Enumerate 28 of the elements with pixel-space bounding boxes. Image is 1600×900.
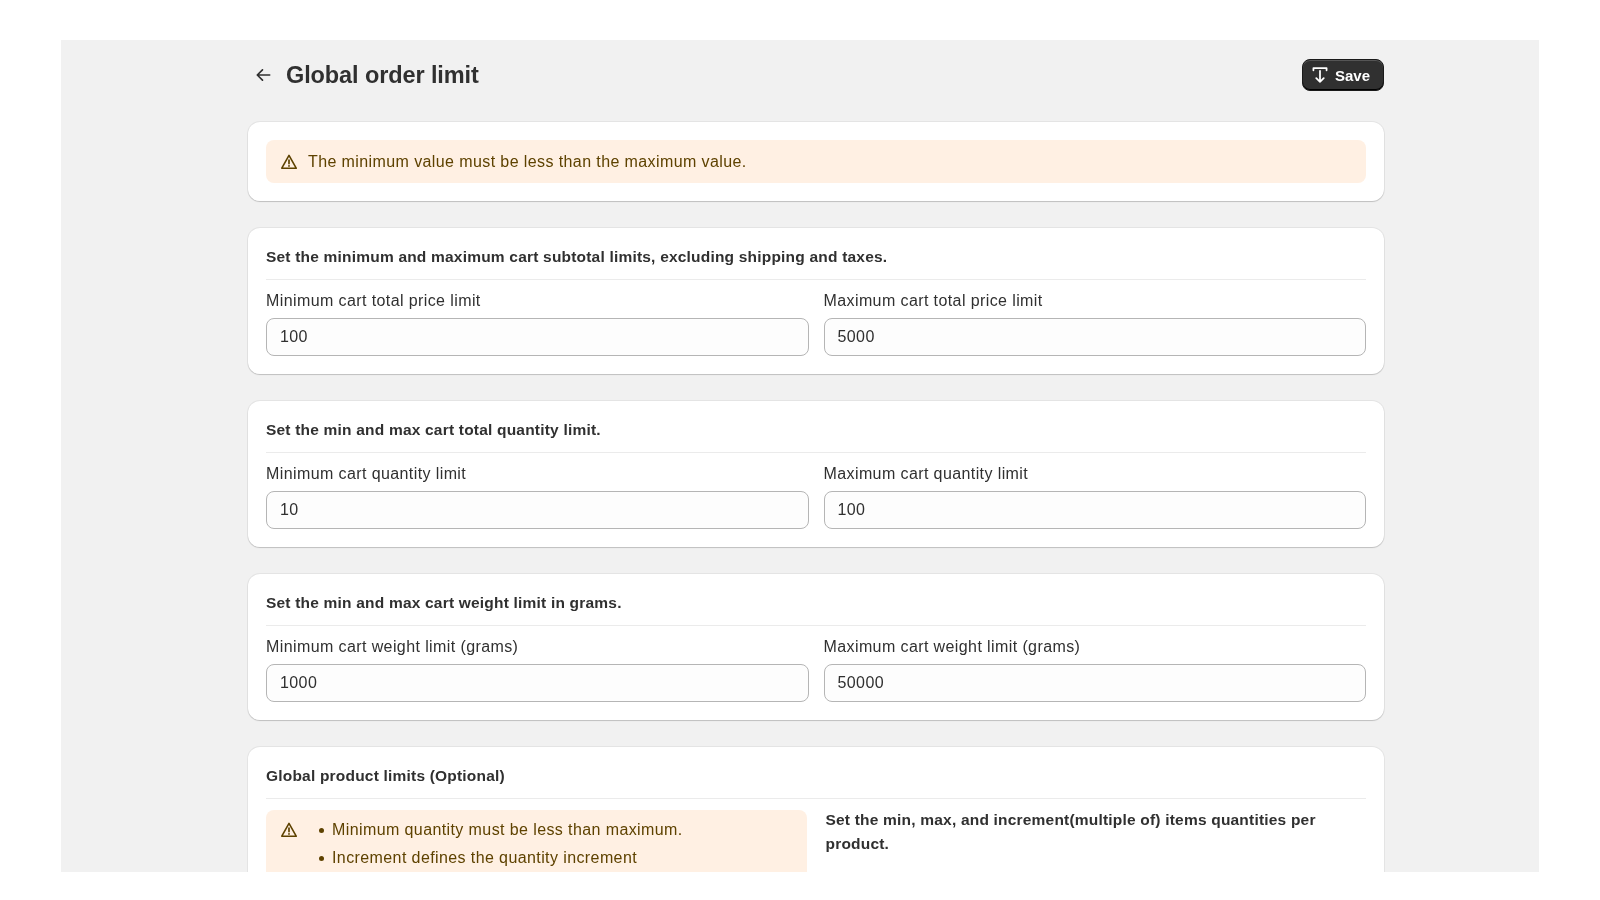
field-label: Minimum cart weight limit (grams) <box>266 637 519 657</box>
input-field[interactable]: 100 <box>823 491 1366 529</box>
input-field[interactable]: 10 <box>266 491 809 529</box>
field-label: Maximum cart total price limit <box>823 291 1043 311</box>
bullet-icon <box>319 855 324 861</box>
arrow-left-icon <box>255 69 271 81</box>
bullet-icon <box>319 827 324 833</box>
section-heading: Global product limits (Optional) <box>266 766 506 786</box>
save-button[interactable]: Save <box>1301 59 1384 91</box>
field-label: Maximum cart quantity limit <box>823 464 1029 484</box>
input-field[interactable]: 5000 <box>823 318 1366 356</box>
warning-text: Increment defines the quantity increment <box>332 848 638 868</box>
arrow-down-bar-icon <box>1311 67 1328 83</box>
warning-icon <box>281 822 297 838</box>
section-description: Set the min, max, and increment(multiple of) items quantities per product. <box>825 810 1317 854</box>
field-label: Maximum cart weight limit (grams) <box>823 637 1081 657</box>
field-label: Minimum cart quantity limit <box>266 464 467 484</box>
warning-text: Minimum quantity must be less than maximum. <box>332 820 683 840</box>
field-label: Minimum cart total price limit <box>266 291 481 311</box>
input-field[interactable]: 100 <box>266 318 809 356</box>
input-field[interactable]: 50000 <box>823 664 1366 702</box>
warning-icon <box>281 153 297 170</box>
warning-text: The minimum value must be less than the maximum value. <box>308 152 747 172</box>
section-heading: Set the minimum and maximum cart subtotal limits, excluding shipping and taxes. <box>266 247 889 267</box>
page-title: Global order limit <box>286 61 479 90</box>
section-heading: Set the min and max cart weight limit in grams. <box>266 593 623 613</box>
section-heading: Set the min and max cart total quantity limit. <box>266 420 602 440</box>
input-field[interactable]: 1000 <box>266 664 809 702</box>
